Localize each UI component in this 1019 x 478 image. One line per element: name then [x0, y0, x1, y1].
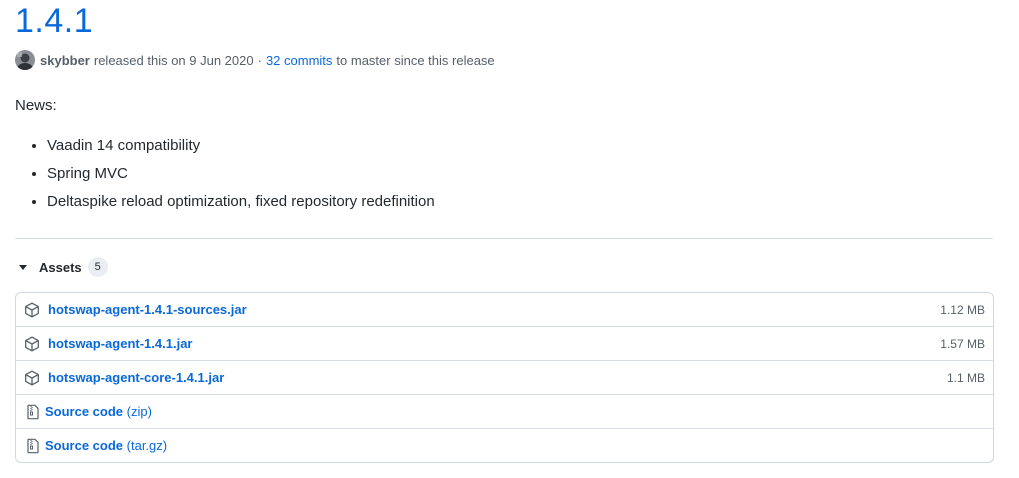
asset-download-link[interactable]: hotswap-agent-1.4.1.jar	[48, 336, 192, 351]
package-icon	[25, 336, 39, 351]
release-byline: skybber released this on 9 Jun 2020 · 32…	[15, 50, 495, 70]
asset-download-link[interactable]: hotswap-agent-core-1.4.1.jar	[48, 370, 224, 385]
triangle-down-icon	[19, 264, 27, 270]
source-code-zip-link[interactable]: Source code (zip)	[45, 404, 152, 419]
released-text: released this on 9 Jun 2020	[93, 52, 254, 68]
asset-row: hotswap-agent-core-1.4.1.jar 1.1 MB	[16, 360, 993, 394]
assets-label: Assets	[39, 259, 82, 275]
source-format-label: (zip)	[126, 404, 152, 419]
release-title[interactable]: 1.4.1	[15, 0, 93, 42]
file-zip-icon	[27, 438, 39, 453]
notes-heading: News:	[15, 97, 57, 114]
asset-size: 1.1 MB	[946, 370, 985, 385]
assets-count-badge: 5	[87, 257, 108, 277]
asset-size: 1.57 MB	[940, 336, 985, 351]
asset-row: hotswap-agent-1.4.1-sources.jar 1.12 MB	[16, 293, 993, 326]
commits-link[interactable]: 32 commits	[266, 53, 332, 68]
assets-list: hotswap-agent-1.4.1-sources.jar 1.12 MB …	[15, 292, 994, 463]
notes-item: Deltaspike reload optimization, fixed re…	[47, 188, 993, 216]
source-code-targz-link[interactable]: Source code (tar.gz)	[45, 438, 167, 453]
source-code-label: Source code	[45, 438, 124, 453]
source-row: Source code (tar.gz)	[16, 428, 993, 462]
notes-item: Vaadin 14 compatibility	[47, 132, 993, 160]
asset-download-link[interactable]: hotswap-agent-1.4.1-sources.jar	[48, 302, 247, 317]
source-row: Source code (zip)	[16, 394, 993, 428]
notes-item: Spring MVC	[47, 160, 993, 188]
file-zip-icon	[27, 404, 39, 419]
author-link[interactable]: skybber	[40, 53, 90, 68]
asset-row: hotswap-agent-1.4.1.jar 1.57 MB	[16, 326, 993, 360]
commits-suffix: to master since this release	[336, 52, 495, 68]
notes-list: Vaadin 14 compatibility Spring MVC Delta…	[15, 132, 993, 216]
source-format-label: (tar.gz)	[126, 438, 168, 453]
asset-size: 1.12 MB	[940, 302, 985, 317]
section-divider	[15, 238, 993, 239]
package-icon	[25, 370, 39, 385]
release-notes: News: Vaadin 14 compatibility Spring MVC…	[15, 92, 993, 216]
byline-separator: ·	[257, 52, 262, 68]
source-code-label: Source code	[45, 404, 124, 419]
author-avatar[interactable]	[15, 50, 35, 70]
assets-toggle[interactable]: Assets 5	[15, 256, 108, 278]
package-icon	[25, 302, 39, 317]
